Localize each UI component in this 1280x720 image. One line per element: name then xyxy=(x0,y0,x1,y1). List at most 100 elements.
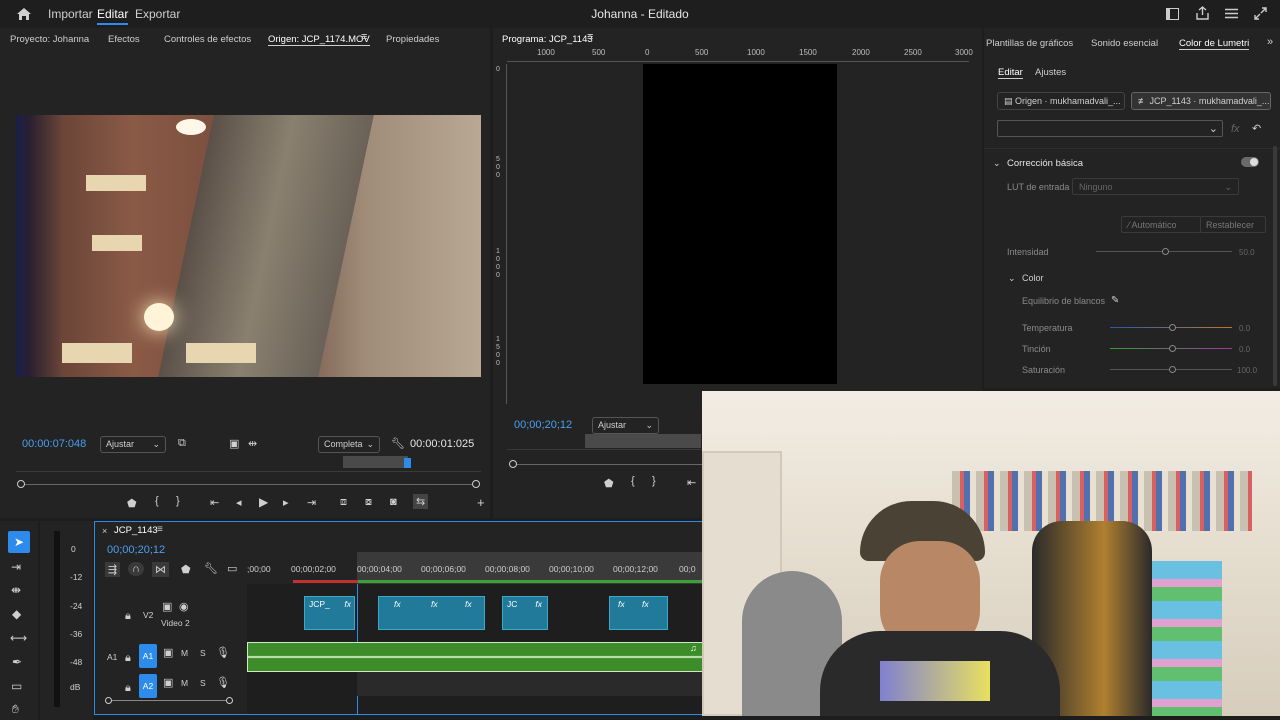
step-forward-icon[interactable]: ▸ xyxy=(283,496,289,509)
panel-layout-icon[interactable] xyxy=(1166,8,1179,20)
eye-icon[interactable]: ◉ xyxy=(179,600,189,613)
selection-tool-icon[interactable]: ➤ xyxy=(8,531,30,553)
track-select-icon[interactable]: ⇥ xyxy=(11,560,21,574)
program-add-marker-icon[interactable]: ⬟ xyxy=(604,477,614,490)
basic-correction-toggle[interactable] xyxy=(1241,157,1259,167)
ripple-edit-icon[interactable]: ⇼ xyxy=(11,583,21,597)
play-icon[interactable]: ▶ xyxy=(259,495,268,509)
timeline-ruler[interactable]: ;00;00 00;00;02;00 00;00;04;00 00;00;06;… xyxy=(247,552,703,584)
timeline-tab[interactable]: JCP_1143 xyxy=(114,525,158,536)
preset-dropdown[interactable]: ⌄ xyxy=(997,120,1223,137)
tab-properties[interactable]: Propiedades xyxy=(386,34,439,45)
video-clip[interactable]: JC fx xyxy=(502,596,548,630)
lock-icon[interactable]: 🔒︎ xyxy=(125,682,131,695)
add-marker-icon[interactable]: ⬟ xyxy=(181,563,191,576)
program-fit-dropdown[interactable]: Ajustar ⌄ xyxy=(592,417,659,434)
source-tab-menu-icon[interactable]: ≡ xyxy=(361,31,367,43)
menu-icon[interactable] xyxy=(1225,8,1238,19)
lock-icon[interactable]: 🔒︎ xyxy=(125,652,131,665)
auto-button[interactable]: ⁄ Automático xyxy=(1121,216,1201,233)
microphone-icon[interactable]: 🎙︎ xyxy=(216,646,230,659)
tab-program[interactable]: Programa: JCP_1143 xyxy=(502,34,593,45)
microphone-icon[interactable]: 🎙︎ xyxy=(216,676,230,689)
tab-lumetri-color[interactable]: Color de Lumetri xyxy=(1179,38,1250,50)
reset-button[interactable]: Restablecer xyxy=(1200,216,1266,233)
step-back-icon[interactable]: ◂ xyxy=(236,496,242,509)
tab-graphics-templates[interactable]: Plantillas de gráficos xyxy=(986,38,1073,49)
rectangle-icon[interactable]: ▭ xyxy=(11,679,22,693)
tab-source[interactable]: Origen: JCP_1174.MOV xyxy=(268,34,370,46)
source-scrollbar[interactable] xyxy=(20,484,477,485)
go-to-out-icon[interactable]: ⇥ xyxy=(307,496,316,509)
program-timecode[interactable]: 00;00;20;12 xyxy=(514,419,572,431)
temperature-value[interactable]: 0.0 xyxy=(1239,324,1250,333)
intensity-handle[interactable] xyxy=(1162,248,1169,255)
button-editor-icon[interactable]: ⇆ xyxy=(413,494,429,509)
tint-handle[interactable] xyxy=(1169,345,1176,352)
toggle-sync-icon[interactable]: ▣ xyxy=(163,676,173,689)
linked-selection-icon[interactable]: ⋈ xyxy=(152,562,169,577)
program-tab-menu-icon[interactable]: ≡ xyxy=(587,31,593,43)
fx-icon[interactable]: fx xyxy=(1231,123,1240,135)
intensity-value[interactable]: 50.0 xyxy=(1239,248,1255,257)
color-section-header[interactable]: Color xyxy=(1022,273,1044,283)
source-in-out-range[interactable] xyxy=(343,456,408,468)
track-a1-label[interactable]: A1 xyxy=(139,644,157,668)
timeline-timecode[interactable]: 00;00;20;12 xyxy=(107,544,165,556)
toggle-sync-icon[interactable]: ▣ xyxy=(163,646,173,659)
subtab-settings[interactable]: Ajustes xyxy=(1035,67,1066,78)
chevron-down-icon[interactable]: ⌄ xyxy=(1008,273,1016,284)
slip-tool-icon[interactable]: ⟷ xyxy=(10,631,27,645)
track-a2-label[interactable]: A2 xyxy=(139,674,157,698)
saturation-value[interactable]: 100.0 xyxy=(1237,366,1257,375)
scroll-handle-right[interactable] xyxy=(472,480,480,488)
program-scroll-handle[interactable] xyxy=(509,460,517,468)
pen-icon[interactable]: ✒ xyxy=(12,655,22,669)
temperature-handle[interactable] xyxy=(1169,324,1176,331)
split-icon[interactable]: ⇹ xyxy=(248,437,257,450)
hand-icon[interactable]: ✋︎ xyxy=(12,702,19,717)
tab-effects[interactable]: Efectos xyxy=(108,34,140,45)
program-go-to-in-icon[interactable]: ⇤ xyxy=(687,476,696,489)
source-mini-ruler[interactable] xyxy=(16,460,481,472)
mark-in-icon[interactable]: { xyxy=(155,495,159,507)
tab-project[interactable]: Proyecto: Johanna xyxy=(10,34,89,45)
go-to-in-icon[interactable]: ⇤ xyxy=(210,496,219,509)
tab-effect-controls[interactable]: Controles de efectos xyxy=(164,34,251,45)
lock-icon[interactable]: 🔒︎ xyxy=(125,610,131,623)
source-clip-button[interactable]: ▤ Origen · mukhamadvali_... xyxy=(997,92,1125,110)
camera-icon[interactable]: ◙ xyxy=(390,496,397,508)
sequence-clip-button[interactable]: ≢ JCP_1143 · mukhamadvali_... xyxy=(1131,92,1271,110)
video-clip[interactable]: fx fx xyxy=(609,596,668,630)
video-clip[interactable]: fx fx fx xyxy=(378,596,485,630)
zoom-handle[interactable] xyxy=(105,697,112,704)
tab-essential-sound[interactable]: Sonido esencial xyxy=(1091,38,1158,49)
source-timecode[interactable]: 00:00:07:048 xyxy=(22,438,86,450)
toggle-sync-icon[interactable]: ▣ xyxy=(162,600,172,613)
add-marker-icon[interactable]: ⬟ xyxy=(127,497,137,510)
solo-button[interactable]: S xyxy=(200,648,206,658)
program-scrollbar[interactable] xyxy=(513,464,703,465)
basic-correction-header[interactable]: Corrección básica xyxy=(1007,158,1083,169)
fullscreen-icon[interactable] xyxy=(1254,7,1267,20)
wrench-icon[interactable]: 🔧︎ xyxy=(391,437,405,450)
mark-out-icon[interactable]: } xyxy=(176,495,180,507)
reset-icon[interactable]: ↶ xyxy=(1252,122,1261,135)
subtab-edit[interactable]: Editar xyxy=(998,67,1023,79)
lut-dropdown[interactable]: Ninguno ⌄ xyxy=(1072,178,1239,195)
settings-square-icon[interactable]: ⧉ xyxy=(178,437,186,450)
program-mark-out-icon[interactable]: } xyxy=(652,475,656,487)
chevron-right-icon[interactable]: » xyxy=(1267,36,1273,48)
insert-square-icon[interactable]: ▣ xyxy=(229,437,239,450)
chevron-down-icon[interactable]: ⌄ xyxy=(993,158,1001,169)
razor-icon[interactable]: ◆ xyxy=(12,607,21,621)
timeline-tab-menu-icon[interactable]: ≡ xyxy=(157,524,163,535)
source-playhead[interactable] xyxy=(404,458,411,468)
program-range[interactable] xyxy=(585,434,701,448)
lumetri-scrollbar[interactable] xyxy=(1273,146,1277,386)
source-fit-dropdown[interactable]: Ajustar ⌄ xyxy=(100,436,166,453)
eyedropper-icon[interactable]: ✎ xyxy=(1111,295,1119,306)
close-tab-icon[interactable]: × xyxy=(102,526,107,536)
timeline-wrench-icon[interactable]: 🔧︎ xyxy=(204,562,218,575)
track-zoom-bar[interactable] xyxy=(107,700,231,701)
